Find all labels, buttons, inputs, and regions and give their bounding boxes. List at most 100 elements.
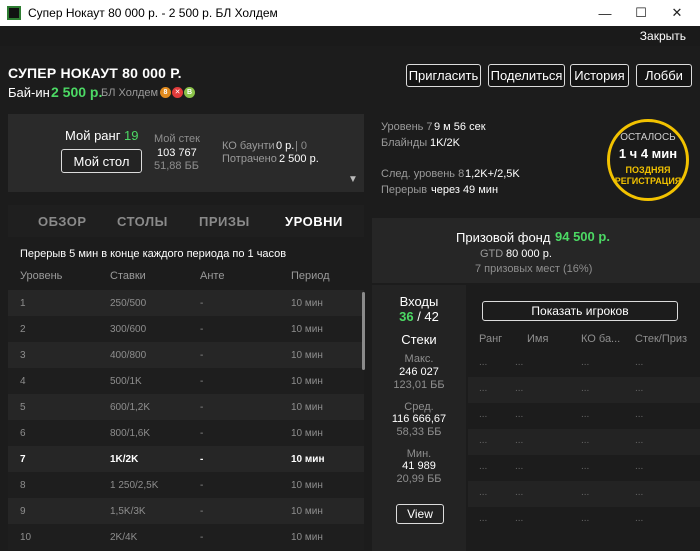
level-stakes: 2K/4K [110, 532, 138, 543]
prize-pool-label: Призовой фонд [456, 230, 551, 245]
invite-button[interactable]: Пригласить [406, 64, 481, 87]
my-table-button[interactable]: Мой стол [61, 149, 142, 173]
min-stack-value: 41 989 [402, 460, 436, 472]
player-row: ............ [468, 481, 700, 507]
maximize-icon[interactable]: ☐ [624, 0, 658, 26]
player-cell-placeholder: ... [635, 357, 644, 368]
gtd-label: GTD [480, 248, 504, 260]
level-period: 10 мин [291, 350, 323, 361]
history-button[interactable]: История [570, 64, 629, 87]
level-row: 8 1 250/2,5K - 10 мин [8, 472, 364, 498]
lobby-button[interactable]: Лобби [636, 64, 692, 87]
level-stakes: 1,5K/3K [110, 506, 146, 517]
level-period: 10 мин [291, 454, 325, 465]
stacks-label: Стеки [401, 332, 437, 347]
bounty-8-icon: 8 [160, 87, 171, 98]
close-icon[interactable]: ✕ [660, 0, 694, 26]
window-titlebar: Супер Нокаут 80 000 р. - 2 500 р. БЛ Хол… [0, 0, 700, 26]
player-row: ............ [468, 429, 700, 455]
player-cell-placeholder: ... [581, 487, 590, 498]
blinds-value: 1K/2K [430, 137, 460, 149]
col-name: Имя [527, 333, 549, 345]
player-row: ............ [468, 351, 700, 377]
player-cell-placeholder: ... [479, 357, 488, 368]
level-period: 10 мин [291, 428, 323, 439]
max-stack-label: Макс. [404, 353, 434, 365]
tab-overview[interactable]: ОБЗОР [38, 214, 87, 229]
tournament-badges: 8 ✕ B [160, 87, 195, 98]
player-cell-placeholder: ... [479, 409, 488, 420]
level-number: 2 [20, 324, 26, 335]
level-period: 10 мин [291, 532, 323, 543]
level-number: 10 [20, 532, 32, 543]
level-ante: - [200, 324, 204, 335]
player-row: ............ [468, 455, 700, 481]
minimize-icon[interactable]: — [588, 0, 622, 26]
level-stakes: 500/1K [110, 376, 142, 387]
player-cell-placeholder: ... [515, 461, 524, 472]
ko-icon: ✕ [172, 87, 183, 98]
ko-label: КО баунти [222, 140, 275, 152]
level-stakes: 600/1,2K [110, 402, 151, 413]
level-row: 6 800/1,6K - 10 мин [8, 420, 364, 446]
avg-stack-bb: 58,33 ББ [396, 426, 442, 438]
entries-label: Входы [399, 294, 439, 309]
remaining-label: ОСТАЛОСЬ [620, 132, 676, 143]
level-label: Уровень 7 [381, 121, 433, 133]
tab-prizes[interactable]: ПРИЗЫ [199, 214, 250, 229]
app-icon [7, 6, 21, 20]
tournament-name: СУПЕР НОКАУТ 80 000 Р. [8, 65, 182, 81]
level-stakes: 300/600 [110, 324, 147, 335]
spent-value: 2 500 р. [279, 153, 319, 165]
player-cell-placeholder: ... [515, 357, 524, 368]
player-row: ............ [468, 403, 700, 429]
col-period: Период [291, 270, 330, 282]
level-ante: - [200, 350, 204, 361]
level-ante: - [200, 376, 204, 387]
col-rank: Ранг [479, 333, 503, 345]
chevron-down-icon[interactable]: ▼ [348, 174, 358, 185]
rank-label: Мой ранг [65, 128, 121, 143]
player-cell-placeholder: ... [581, 435, 590, 446]
level-number: 6 [20, 428, 26, 439]
level-number: 8 [20, 480, 26, 491]
max-stack-bb: 123,01 ББ [393, 379, 445, 391]
tab-levels[interactable]: УРОВНИ [285, 214, 343, 229]
level-stakes: 1K/2K [110, 454, 139, 465]
next-level-label: След. уровень 8 [381, 168, 465, 180]
prize-pool-value: 94 500 р. [555, 229, 610, 244]
stack-value: 103 767 [157, 147, 197, 159]
entries-current: 36 [399, 309, 414, 324]
spent-label: Потрачено [222, 153, 277, 165]
level-period: 10 мин [291, 480, 323, 491]
player-cell-placeholder: ... [515, 513, 524, 524]
rank-value: 19 [124, 128, 139, 143]
player-cell-placeholder: ... [479, 513, 488, 524]
level-ante: - [200, 480, 204, 491]
level-number: 7 [20, 454, 26, 465]
max-stack-value: 246 027 [399, 366, 439, 378]
show-players-button[interactable]: Показать игроков [482, 301, 678, 321]
player-cell-placeholder: ... [515, 409, 524, 420]
player-cell-placeholder: ... [581, 357, 590, 368]
levels-table: 1 250/500-10 мин 2 300/600-10 мин 3 400/800-1… [8, 290, 364, 551]
tab-tables[interactable]: СТОЛЫ [117, 214, 168, 229]
level-stakes: 250/500 [110, 298, 147, 309]
level-row: 5 600/1,2K - 10 мин [8, 394, 364, 420]
buyin-value: 2 500 р. [51, 84, 103, 100]
view-button[interactable]: View [396, 504, 444, 524]
break-info: Перерыв 5 мин в конце каждого периода по… [20, 248, 287, 260]
tournament-header: СУПЕР НОКАУТ 80 000 Р. Бай-ин 2 500 р. Б… [0, 46, 700, 112]
player-cell-placeholder: ... [479, 487, 488, 498]
window-title: Супер Нокаут 80 000 р. - 2 500 р. БЛ Хол… [28, 6, 278, 20]
game-type: БЛ Холдем [101, 87, 159, 99]
player-cell-placeholder: ... [635, 487, 644, 498]
col-ante: Анте [200, 270, 225, 282]
share-button[interactable]: Поделиться [488, 64, 565, 87]
entries-total: / 42 [417, 309, 439, 324]
close-link[interactable]: Закрыть [640, 29, 686, 43]
player-row: ............ [468, 507, 700, 533]
levels-scrollbar[interactable] [362, 292, 365, 370]
level-number: 4 [20, 376, 26, 387]
level-stakes: 400/800 [110, 350, 147, 361]
